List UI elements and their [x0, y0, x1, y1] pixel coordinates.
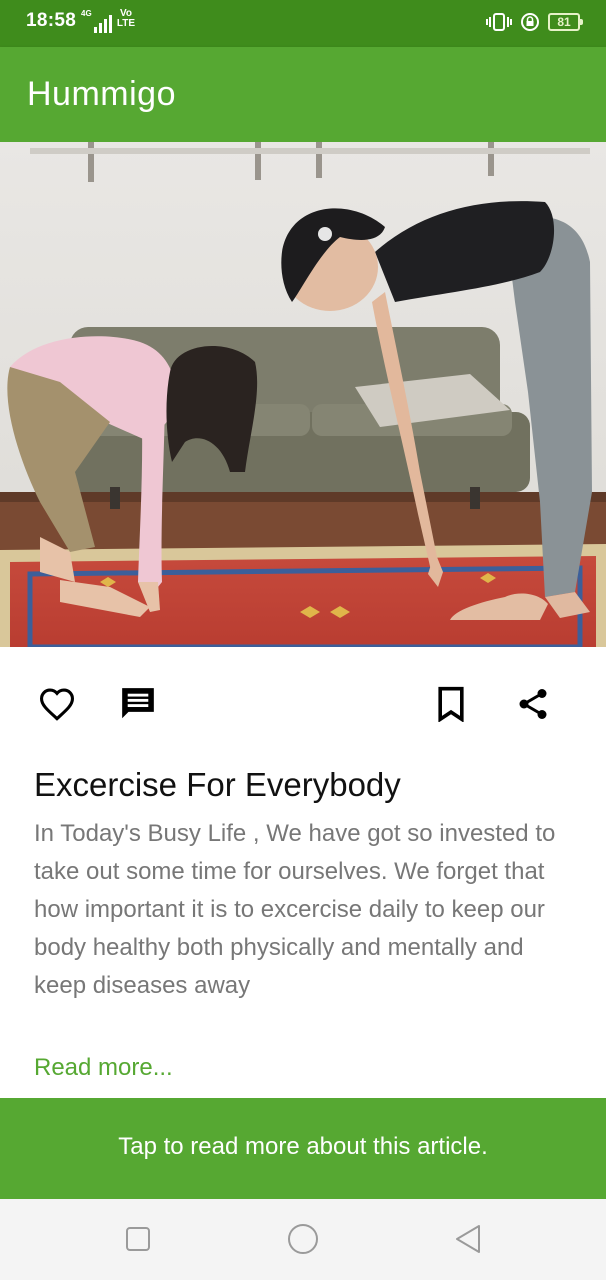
- post-actions: [0, 684, 606, 724]
- volte-indicator: Vo LTE: [116, 8, 136, 29]
- share-button[interactable]: [513, 684, 553, 724]
- signal-icon: 4G: [81, 9, 112, 33]
- read-more-link[interactable]: Read more...: [34, 1054, 173, 1082]
- home-circle-icon: [288, 1224, 318, 1254]
- status-icons: 81: [486, 12, 583, 32]
- heart-outline-icon: [39, 688, 75, 721]
- network-type: 4G: [81, 9, 92, 18]
- status-bar: 18:58 4G Vo LTE 81: [0, 0, 606, 47]
- back-button[interactable]: [451, 1222, 485, 1256]
- system-nav-bar: [0, 1199, 606, 1280]
- bookmark-outline-icon: [438, 686, 464, 722]
- article-image[interactable]: [0, 142, 606, 647]
- back-triangle-icon: [456, 1225, 480, 1253]
- article-body: In Today's Busy Life , We have got so in…: [34, 820, 556, 999]
- lock-rotation-icon: [521, 13, 539, 31]
- status-time: 18:58: [26, 10, 77, 31]
- comment-icon: [122, 688, 154, 719]
- read-more-banner-text[interactable]: Tap to read more about this article.: [0, 1133, 606, 1161]
- battery-level: 81: [557, 15, 571, 29]
- recents-square-icon: [126, 1227, 150, 1251]
- vibrate-icon: [486, 13, 512, 31]
- share-icon: [519, 689, 547, 719]
- bookmark-button[interactable]: [431, 684, 471, 724]
- app-bar: Hummigo: [0, 47, 606, 142]
- app-title: Hummigo: [27, 75, 176, 113]
- like-button[interactable]: [37, 684, 77, 724]
- battery-icon: 81: [548, 13, 583, 31]
- recents-button[interactable]: [121, 1222, 155, 1256]
- comment-button[interactable]: [118, 684, 158, 724]
- home-button[interactable]: [286, 1222, 320, 1256]
- article-title: Excercise For Everybody: [34, 766, 401, 803]
